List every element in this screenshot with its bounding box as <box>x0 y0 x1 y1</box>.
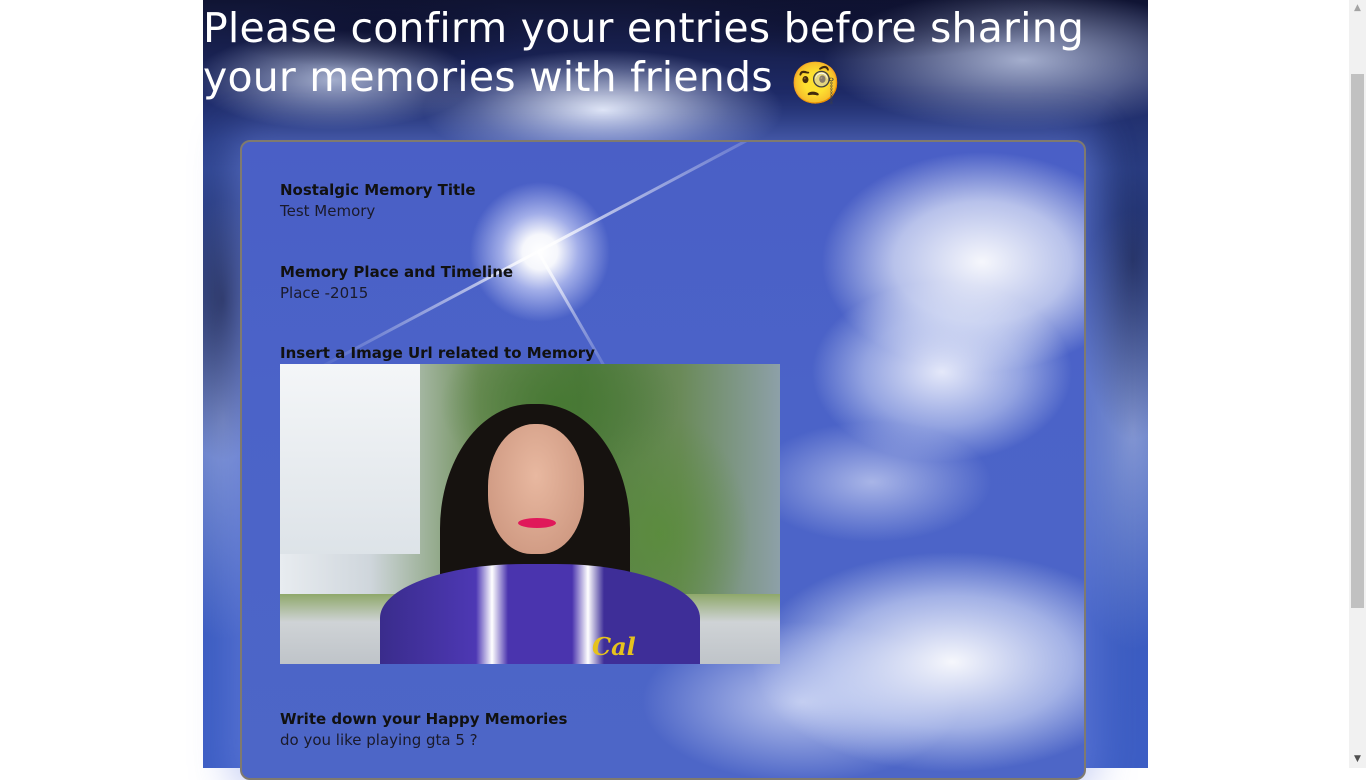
memory-title-value: Test Memory <box>280 202 376 220</box>
memory-place-value: Place -2015 <box>280 284 369 302</box>
happy-memories-label: Write down your Happy Memories <box>280 710 568 728</box>
memory-image-face <box>488 424 584 554</box>
memory-confirmation-card: Nostalgic Memory Title Test Memory Memor… <box>240 140 1086 780</box>
triangle-down-icon[interactable]: ▼ <box>1349 751 1366 768</box>
memory-image-logo: Cal <box>592 632 636 661</box>
scrollbar-thumb[interactable] <box>1351 74 1364 608</box>
memory-image-jacket <box>380 564 700 664</box>
triangle-up-icon[interactable]: ▲ <box>1349 0 1366 17</box>
monocle-face-icon: 🧐 <box>790 59 842 107</box>
happy-memories-field: Write down your Happy Memories do you li… <box>280 709 567 751</box>
page-scrollbar[interactable]: ▲ ▼ <box>1349 0 1366 768</box>
memory-place-field: Memory Place and Timeline Place -2015 <box>280 262 513 304</box>
memory-title-field: Nostalgic Memory Title Test Memory <box>280 180 476 222</box>
memory-image-lips <box>518 518 556 528</box>
sun-ray <box>537 142 804 253</box>
memory-image: Cal <box>280 364 780 664</box>
happy-memories-value: do you like playing gta 5 ? <box>280 731 478 749</box>
page-title: Please confirm your entries before shari… <box>203 4 1148 108</box>
memory-place-label: Memory Place and Timeline <box>280 263 514 281</box>
page-title-text: Please confirm your entries before shari… <box>203 4 1085 101</box>
memory-image-field: Insert a Image Url related to Memory <box>280 343 595 363</box>
memory-image-building <box>280 364 420 554</box>
memory-image-label: Insert a Image Url related to Memory <box>280 344 595 362</box>
memory-title-label: Nostalgic Memory Title <box>280 181 476 199</box>
